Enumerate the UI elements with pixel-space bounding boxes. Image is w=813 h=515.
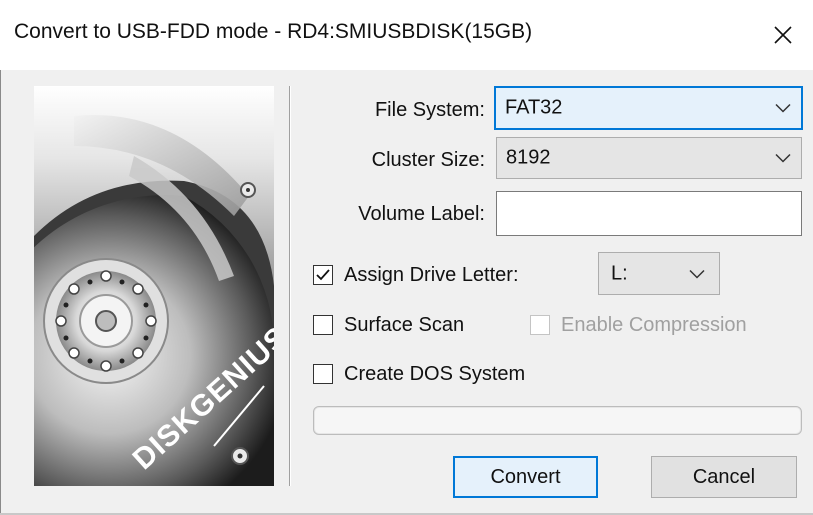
close-button[interactable]	[753, 0, 813, 70]
assign-drive-letter-checkbox[interactable]	[313, 265, 333, 285]
drive-letter-value: L:	[611, 262, 628, 284]
file-system-dropdown[interactable]: FAT32	[494, 86, 803, 130]
surface-scan-checkbox[interactable]	[313, 315, 333, 335]
surface-scan-label[interactable]: Surface Scan	[344, 314, 464, 337]
progress-bar	[313, 406, 802, 435]
chevron-down-icon	[689, 262, 705, 285]
cancel-button[interactable]: Cancel	[651, 456, 797, 498]
chevron-down-icon	[775, 147, 791, 170]
window-border	[0, 70, 1, 515]
assign-drive-letter-label[interactable]: Assign Drive Letter:	[344, 264, 519, 287]
enable-compression-checkbox	[530, 315, 550, 335]
cluster-size-dropdown[interactable]: 8192	[496, 137, 802, 179]
diskgenius-logo-image: DISKGENIUS	[34, 86, 274, 486]
close-icon	[774, 26, 792, 44]
title-bar[interactable]: Convert to USB-FDD mode - RD4:SMIUSBDISK…	[0, 0, 813, 70]
create-dos-system-label[interactable]: Create DOS System	[344, 363, 525, 386]
drive-letter-dropdown[interactable]: L:	[598, 252, 720, 295]
convert-button[interactable]: Convert	[453, 456, 598, 498]
window-title: Convert to USB-FDD mode - RD4:SMIUSBDISK…	[14, 20, 533, 43]
file-system-label: File System:	[374, 99, 485, 121]
cluster-size-label: Cluster Size:	[371, 149, 485, 171]
cluster-size-value: 8192	[506, 146, 551, 169]
volume-label-input[interactable]	[496, 191, 802, 236]
chevron-down-icon	[775, 97, 791, 120]
checkmark-icon	[316, 269, 330, 281]
file-system-value: FAT32	[505, 96, 563, 119]
enable-compression-label: Enable Compression	[561, 314, 747, 336]
vertical-divider	[289, 86, 291, 486]
convert-dialog: Convert to USB-FDD mode - RD4:SMIUSBDISK…	[0, 0, 813, 515]
create-dos-system-checkbox[interactable]	[313, 364, 333, 384]
volume-label-label: Volume Label:	[358, 203, 485, 225]
